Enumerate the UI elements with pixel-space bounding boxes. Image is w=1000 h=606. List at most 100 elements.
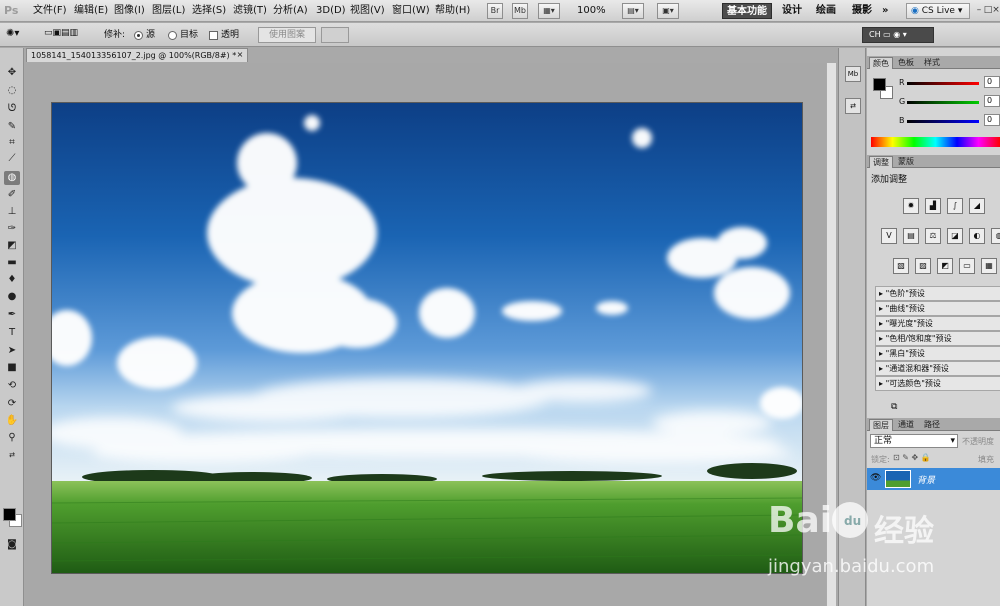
menu-filter[interactable]: 滤镜(T): [233, 4, 267, 18]
preset-exposure[interactable]: ▸ "曝光度"预设: [875, 316, 1000, 331]
workspace-more[interactable]: »: [882, 4, 888, 18]
brush-tool-icon[interactable]: ✐: [4, 188, 20, 202]
transparent-checkbox[interactable]: [209, 31, 218, 40]
foreground-color-swatch[interactable]: [3, 508, 16, 521]
menu-window[interactable]: 窗口(W): [392, 4, 430, 18]
quick-mask-icon[interactable]: ◙: [4, 538, 20, 552]
posterize-icon[interactable]: ▨: [915, 258, 931, 274]
workspace-photography[interactable]: 摄影: [852, 4, 872, 18]
cs-live-button[interactable]: ◉ CS Live ▾: [906, 3, 970, 19]
target-radio[interactable]: [168, 31, 177, 40]
source-radio[interactable]: [134, 31, 143, 40]
menu-edit[interactable]: 编辑(E): [74, 4, 108, 18]
preset-selective-color[interactable]: ▸ "可选颜色"预设: [875, 376, 1000, 391]
tab-masks[interactable]: 蒙版: [895, 156, 917, 168]
blend-mode-select[interactable]: 正常 ▾: [870, 434, 958, 448]
document-close-icon[interactable]: ×: [235, 50, 245, 60]
hue-saturation-icon[interactable]: ▤: [903, 228, 919, 244]
workspace-essentials[interactable]: 基本功能: [722, 3, 772, 19]
preset-curves[interactable]: ▸ "曲线"预设: [875, 301, 1000, 316]
invert-icon[interactable]: ▧: [893, 258, 909, 274]
type-tool-icon[interactable]: T: [4, 326, 20, 340]
threshold-icon[interactable]: ◩: [937, 258, 953, 274]
eyedropper-tool-icon[interactable]: ⟋: [4, 152, 20, 166]
g-slider[interactable]: [907, 101, 979, 104]
selection-mode-icons[interactable]: ▭▣▤▥: [44, 28, 98, 42]
color-balance-icon[interactable]: ⚖: [925, 228, 941, 244]
eraser-tool-icon[interactable]: ◩: [4, 239, 20, 253]
image-canvas[interactable]: [52, 103, 802, 573]
g-value[interactable]: 0: [984, 95, 1000, 107]
use-pattern-button[interactable]: 使用图案: [258, 27, 316, 43]
r-slider[interactable]: [907, 82, 979, 85]
eye-icon[interactable]: 👁: [870, 473, 881, 483]
vertical-scrollbar[interactable]: [826, 63, 836, 606]
black-white-icon[interactable]: ◪: [947, 228, 963, 244]
menu-view[interactable]: 视图(V): [350, 4, 385, 18]
patch-tool-icon[interactable]: ◍: [4, 171, 20, 185]
b-value[interactable]: 0: [984, 114, 1000, 126]
layer-row-background[interactable]: 👁 背景: [867, 468, 1000, 490]
3d-rotate-tool-icon[interactable]: ⟲: [4, 379, 20, 393]
channel-mixer-icon[interactable]: ◍: [991, 228, 1000, 244]
menu-select[interactable]: 选择(S): [192, 4, 226, 18]
preset-hue-saturation[interactable]: ▸ "色相/饱和度"预设: [875, 331, 1000, 346]
curves-icon[interactable]: ∫: [947, 198, 963, 214]
menu-file[interactable]: 文件(F): [33, 4, 67, 18]
menu-help[interactable]: 帮助(H): [435, 4, 470, 18]
pen-tool-icon[interactable]: ✒: [4, 308, 20, 322]
tab-swatches[interactable]: 色板: [895, 57, 917, 69]
adjustments-footer-icon[interactable]: ⧉: [891, 402, 897, 412]
menu-3d[interactable]: 3D(D): [316, 4, 346, 18]
arrange-documents-button[interactable]: ▤▾: [622, 3, 644, 19]
tab-adjustments[interactable]: 调整: [869, 156, 893, 168]
view-extras-button[interactable]: ▦▾: [538, 3, 560, 19]
tab-channels[interactable]: 通道: [895, 419, 917, 431]
brightness-icon[interactable]: ✹: [903, 198, 919, 214]
panel-foreground-swatch[interactable]: [873, 78, 886, 91]
3d-orbit-tool-icon[interactable]: ⟳: [4, 397, 20, 411]
menu-analysis[interactable]: 分析(A): [273, 4, 308, 18]
mini-bridge-dock-button[interactable]: Mb: [845, 66, 861, 82]
tab-styles[interactable]: 样式: [921, 57, 943, 69]
move-tool-icon[interactable]: ✥: [4, 66, 20, 80]
pattern-picker[interactable]: [321, 27, 349, 43]
close-button[interactable]: ×: [991, 4, 1000, 16]
color-spectrum-bar[interactable]: [871, 137, 1000, 147]
zoom-tool-icon[interactable]: ⚲: [4, 431, 20, 445]
preset-levels[interactable]: ▸ "色阶"预设: [875, 286, 1000, 301]
blur-tool-icon[interactable]: ♦: [4, 273, 20, 287]
crop-tool-icon[interactable]: ⌗: [4, 136, 20, 150]
path-select-tool-icon[interactable]: ➤: [4, 344, 20, 358]
shape-tool-icon[interactable]: ■: [4, 361, 20, 375]
zoom-level[interactable]: 100%: [577, 4, 606, 18]
mini-bridge-button[interactable]: Mb: [512, 3, 528, 19]
tool-preset-picker[interactable]: ✺▾: [6, 28, 30, 42]
swap-colors-icon[interactable]: ⇄: [4, 448, 20, 462]
dodge-tool-icon[interactable]: ●: [4, 290, 20, 304]
hand-tool-icon[interactable]: ✋: [4, 414, 20, 428]
levels-icon[interactable]: ▟: [925, 198, 941, 214]
mini-bridge-panel-button[interactable]: CH ▭ ◉ ▾: [862, 27, 934, 43]
preset-channel-mixer[interactable]: ▸ "通道混和器"预设: [875, 361, 1000, 376]
tool-presets-dock-icon[interactable]: ⇄: [845, 98, 861, 114]
document-tab[interactable]: 1058141_154013356107_2.jpg @ 100%(RGB/8#…: [26, 48, 248, 62]
vibrance-icon[interactable]: V: [881, 228, 897, 244]
lasso-tool-icon[interactable]: ᘎ: [4, 102, 20, 116]
history-brush-tool-icon[interactable]: ✑: [4, 222, 20, 236]
bridge-button[interactable]: Br: [487, 3, 503, 19]
gradient-tool-icon[interactable]: ▬: [4, 256, 20, 270]
gradient-map-icon[interactable]: ▭: [959, 258, 975, 274]
b-slider[interactable]: [907, 120, 979, 123]
quick-select-tool-icon[interactable]: ✎: [4, 120, 20, 134]
exposure-icon[interactable]: ◢: [969, 198, 985, 214]
marquee-tool-icon[interactable]: ◌: [4, 84, 20, 98]
workspace-design[interactable]: 设计: [782, 4, 802, 18]
lock-icons[interactable]: ⊡ ✎ ✥ 🔒: [893, 453, 931, 462]
screen-mode-button[interactable]: ▣▾: [657, 3, 679, 19]
preset-black-white[interactable]: ▸ "黑白"预设: [875, 346, 1000, 361]
menu-image[interactable]: 图像(I): [114, 4, 145, 18]
tab-color[interactable]: 颜色: [869, 57, 893, 69]
tab-paths[interactable]: 路径: [921, 419, 943, 431]
photo-filter-icon[interactable]: ◐: [969, 228, 985, 244]
